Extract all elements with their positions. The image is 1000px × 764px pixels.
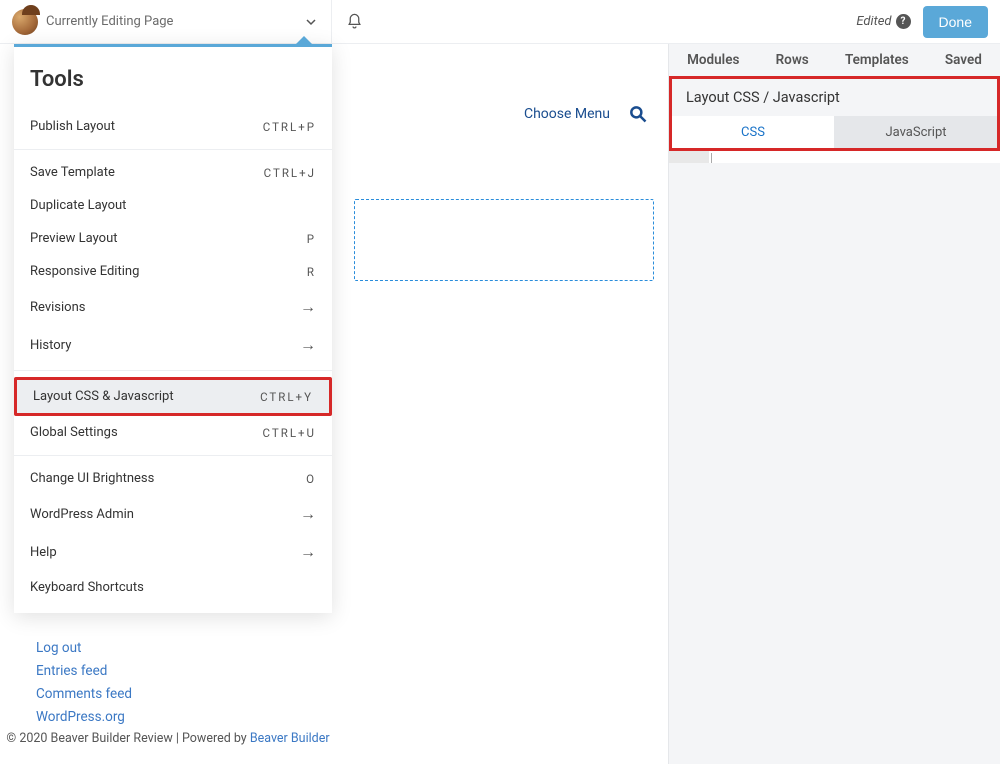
- link-wporg[interactable]: WordPress.org: [36, 709, 132, 725]
- notifications-icon[interactable]: [332, 0, 376, 44]
- beaver-logo-icon: [12, 9, 38, 35]
- highlight-box: Layout CSS / Javascript CSS JavaScript: [669, 76, 1000, 151]
- page-title: Currently Editing Page: [46, 14, 173, 29]
- tab-saved[interactable]: Saved: [945, 52, 982, 68]
- menu-item-label: Global Settings: [30, 425, 118, 440]
- top-right-controls: Edited ? Done: [856, 6, 1000, 38]
- meta-links: Log out Entries feed Comments feed WordP…: [36, 640, 132, 725]
- arrow-right-icon: →: [300, 504, 316, 524]
- menu-item-label: Help: [30, 545, 57, 560]
- menu-item-label: Duplicate Layout: [30, 198, 126, 213]
- menu-item-label: History: [30, 338, 71, 353]
- highlight-box: Layout CSS & Javascript CTRL+Y: [14, 377, 332, 416]
- menu-duplicate-layout[interactable]: Duplicate Layout: [14, 189, 332, 222]
- tools-heading: Tools: [14, 47, 332, 110]
- panel-header: Layout CSS / Javascript: [672, 79, 997, 116]
- menu-item-label: Preview Layout: [30, 231, 118, 246]
- menu-help[interactable]: Help →: [14, 533, 332, 571]
- choose-menu-row: Choose Menu: [524, 104, 648, 124]
- menu-separator: [14, 370, 332, 371]
- dropdown-arrow-icon: [294, 36, 314, 46]
- menu-global-settings[interactable]: Global Settings CTRL+U: [14, 416, 332, 449]
- help-icon[interactable]: ?: [896, 14, 911, 29]
- tab-rows[interactable]: Rows: [776, 52, 809, 68]
- title-dropdown-trigger[interactable]: Currently Editing Page: [0, 0, 332, 43]
- choose-menu-link[interactable]: Choose Menu: [524, 106, 610, 122]
- tools-dropdown: Tools Publish Layout CTRL+P Save Templat…: [14, 44, 332, 613]
- menu-item-shortcut: CTRL+U: [263, 426, 316, 440]
- menu-item-label: Publish Layout: [30, 119, 115, 134]
- menu-item-shortcut: CTRL+P: [263, 120, 316, 134]
- subtab-css[interactable]: CSS: [672, 116, 835, 148]
- tab-templates[interactable]: Templates: [845, 52, 909, 68]
- menu-item-label: Responsive Editing: [30, 264, 139, 279]
- menu-item-label: Change UI Brightness: [30, 471, 154, 486]
- drop-zone[interactable]: [354, 199, 654, 281]
- arrow-right-icon: →: [300, 542, 316, 562]
- menu-change-brightness[interactable]: Change UI Brightness O: [14, 462, 332, 495]
- link-logout[interactable]: Log out: [36, 640, 132, 656]
- menu-save-template[interactable]: Save Template CTRL+J: [14, 156, 332, 189]
- menu-item-label: Save Template: [30, 165, 115, 180]
- menu-keyboard-shortcuts[interactable]: Keyboard Shortcuts: [14, 571, 332, 613]
- menu-responsive-editing[interactable]: Responsive Editing R: [14, 255, 332, 288]
- menu-item-label: Keyboard Shortcuts: [30, 580, 144, 595]
- subtabs: CSS JavaScript: [672, 116, 997, 148]
- menu-item-shortcut: CTRL+J: [264, 166, 316, 180]
- link-entries-feed[interactable]: Entries feed: [36, 663, 132, 679]
- menu-separator: [14, 455, 332, 456]
- menu-separator: [14, 149, 332, 150]
- done-button[interactable]: Done: [923, 6, 988, 38]
- menu-publish-layout[interactable]: Publish Layout CTRL+P: [14, 110, 332, 143]
- edited-label: Edited: [856, 14, 891, 29]
- menu-item-shortcut: R: [307, 265, 316, 279]
- tab-modules[interactable]: Modules: [687, 52, 739, 68]
- menu-history[interactable]: History →: [14, 326, 332, 364]
- menu-item-shortcut: O: [306, 472, 316, 486]
- menu-item-label: WordPress Admin: [30, 507, 134, 522]
- code-editor[interactable]: [669, 151, 1000, 163]
- footer-link[interactable]: Beaver Builder: [250, 731, 330, 746]
- chevron-down-icon[interactable]: [305, 16, 317, 28]
- panel-tabs: Modules Rows Templates Saved: [669, 44, 1000, 76]
- menu-wordpress-admin[interactable]: WordPress Admin →: [14, 495, 332, 533]
- search-icon[interactable]: [628, 104, 648, 124]
- right-panel: Modules Rows Templates Saved Layout CSS …: [668, 44, 1000, 764]
- link-comments-feed[interactable]: Comments feed: [36, 686, 132, 702]
- menu-item-shortcut: P: [307, 232, 316, 246]
- top-bar: Currently Editing Page Edited ? Done: [0, 0, 1000, 44]
- arrow-right-icon: →: [300, 297, 316, 317]
- arrow-right-icon: →: [300, 335, 316, 355]
- footer-text: © 2020 Beaver Builder Review | Powered b…: [6, 731, 249, 746]
- edited-status: Edited ?: [856, 14, 910, 29]
- menu-layout-css-js[interactable]: Layout CSS & Javascript CTRL+Y: [17, 380, 329, 413]
- menu-revisions[interactable]: Revisions →: [14, 288, 332, 326]
- menu-item-label: Revisions: [30, 300, 85, 315]
- menu-item-shortcut: CTRL+Y: [260, 390, 313, 404]
- menu-item-label: Layout CSS & Javascript: [33, 389, 174, 404]
- subtab-javascript[interactable]: JavaScript: [835, 116, 997, 148]
- menu-preview-layout[interactable]: Preview Layout P: [14, 222, 332, 255]
- footer: © 2020 Beaver Builder Review | Powered b…: [0, 731, 336, 746]
